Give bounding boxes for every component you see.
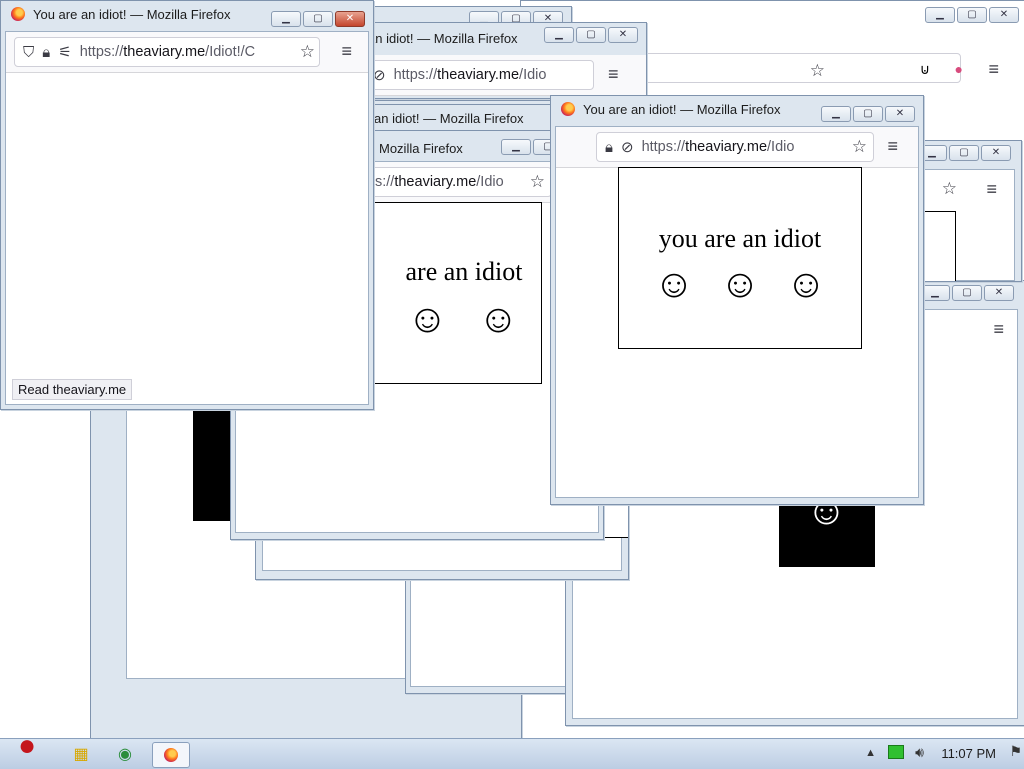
menu-icon[interactable]: ≡: [887, 136, 898, 157]
star-icon[interactable]: ☆: [942, 179, 957, 199]
url-path: /Idio: [519, 67, 547, 83]
tray-expand-icon[interactable]: ▲: [865, 747, 876, 759]
minimize-button[interactable]: ▁: [821, 106, 851, 122]
minimize-button[interactable]: ▁: [925, 7, 955, 23]
address-bar[interactable]: s://theaviary.me/Idio ☆: [366, 167, 552, 197]
close-button[interactable]: ✕: [885, 106, 915, 122]
url-host: theaviary.me: [685, 139, 768, 155]
close-button[interactable]: ✕: [335, 11, 365, 27]
url-path: /Idio: [767, 139, 795, 155]
star-icon[interactable]: ☆: [852, 137, 867, 157]
tracking-icon: ⊘: [620, 139, 634, 156]
permissions-icon[interactable]: ⚟: [58, 43, 71, 61]
idiot-page-box: you are an idiot ☺ ☺ ☺: [618, 167, 862, 349]
firefox-icon: [11, 7, 25, 21]
pocket-icon[interactable]: ⊍: [920, 61, 930, 78]
smiley-icon: ☺: [407, 296, 448, 341]
url-host: theaviary.me: [123, 44, 206, 60]
firefox-icon: [164, 748, 178, 762]
close-button[interactable]: ✕: [981, 145, 1011, 161]
account-icon[interactable]: ●: [955, 61, 963, 77]
close-button[interactable]: ✕: [608, 27, 638, 43]
firefox-window-partial-a[interactable]: an idiot! — Mozilla Firefox ▁ ▢ ✕ ⊘ https:…: [345, 22, 647, 99]
maximize-button[interactable]: ▢: [853, 106, 883, 122]
menu-icon[interactable]: ≡: [988, 59, 999, 80]
maximize-button[interactable]: ▢: [949, 145, 979, 161]
volume-icon[interactable]: 🔊︎: [915, 744, 924, 761]
star-icon[interactable]: ☆: [810, 61, 825, 81]
window-title: an idiot! — Mozilla Firefox: [374, 111, 524, 126]
address-bar[interactable]: [631, 53, 961, 83]
url-path: /Idiot!/C: [205, 44, 256, 60]
window-title: You are an idiot! — Mozilla Firefox: [583, 101, 781, 117]
flag-icon[interactable]: ⚑: [1009, 743, 1022, 760]
menu-icon[interactable]: ≡: [993, 319, 1004, 340]
menu-icon[interactable]: ≡: [986, 179, 997, 200]
url-path: /Idio: [476, 174, 504, 190]
shield-icon[interactable]: ⛉: [23, 44, 34, 61]
smiley-icon: ☺: [785, 261, 827, 306]
star-icon[interactable]: ☆: [530, 172, 545, 192]
maximize-button[interactable]: ▢: [952, 285, 982, 301]
chrome-icon[interactable]: ◉: [110, 742, 140, 766]
maximize-button[interactable]: ▢: [957, 7, 987, 23]
minimize-button[interactable]: ▁: [271, 11, 301, 27]
minimize-button[interactable]: ▁: [501, 139, 531, 155]
idiot-text: you are an idiot: [658, 224, 822, 253]
menu-icon[interactable]: ≡: [608, 64, 619, 85]
status-bar: Read theaviary.me: [12, 379, 133, 400]
tracking-icon: ⊘: [373, 67, 386, 84]
url-scheme: https://: [641, 139, 686, 155]
maximize-button[interactable]: ▢: [576, 27, 606, 43]
close-button[interactable]: ✕: [989, 7, 1019, 23]
menu-icon[interactable]: ≡: [341, 41, 352, 62]
address-bar[interactable]: ⊘ https://theaviary.me/Idio: [364, 60, 594, 90]
window-title: an idiot! — Mozilla Firefox: [368, 31, 518, 46]
firefox-window-front[interactable]: You are an idiot! — Mozilla Firefox ▁ ▢ …: [0, 0, 374, 410]
firefox-window-idiot-right[interactable]: You are an idiot! — Mozilla Firefox ▁ ▢ ✕ …: [550, 95, 924, 505]
close-button[interactable]: ✕: [984, 285, 1014, 301]
address-bar[interactable]: ⛉ 🔒︎ ⚟ https://theaviary.me/Idiot!/C ☆: [14, 37, 320, 67]
lock-icon[interactable]: 🔒︎: [42, 44, 50, 61]
folder-icon[interactable]: ▦: [66, 742, 96, 766]
star-icon[interactable]: ☆: [300, 42, 315, 62]
angry-bird-icon[interactable]: ●: [6, 729, 48, 762]
smiley-icon: ☺: [653, 261, 695, 306]
taskbar: ● ▦ ◉ ▲ 🔊︎ 11:07 PM ⚑: [0, 729, 1024, 769]
minimize-button[interactable]: ▁: [920, 285, 950, 301]
url-scheme: https://: [393, 67, 438, 83]
url-host: theaviary.me: [394, 174, 477, 190]
firefox-icon: [561, 102, 575, 116]
network-icon[interactable]: [888, 745, 904, 759]
smiley-icon: ☺: [477, 296, 519, 341]
firefox-taskbar-button[interactable]: [152, 742, 190, 768]
address-bar[interactable]: 🔒︎ ⊘ https://theaviary.me/Idio ☆: [596, 132, 874, 162]
page-black-panel: [193, 409, 233, 521]
maximize-button[interactable]: ▢: [303, 11, 333, 27]
smiley-icon: ☺: [719, 261, 761, 306]
url-scheme: https://: [79, 44, 124, 60]
url-host: theaviary.me: [437, 67, 520, 83]
lock-icon: 🔒︎: [605, 138, 613, 156]
window-title: You are an idiot! — Mozilla Firefox: [33, 6, 231, 22]
window-title: Mozilla Firefox: [379, 141, 463, 156]
minimize-button[interactable]: ▁: [544, 27, 574, 43]
url-scheme: s://: [375, 174, 395, 190]
clock[interactable]: 11:07 PM: [941, 746, 996, 761]
